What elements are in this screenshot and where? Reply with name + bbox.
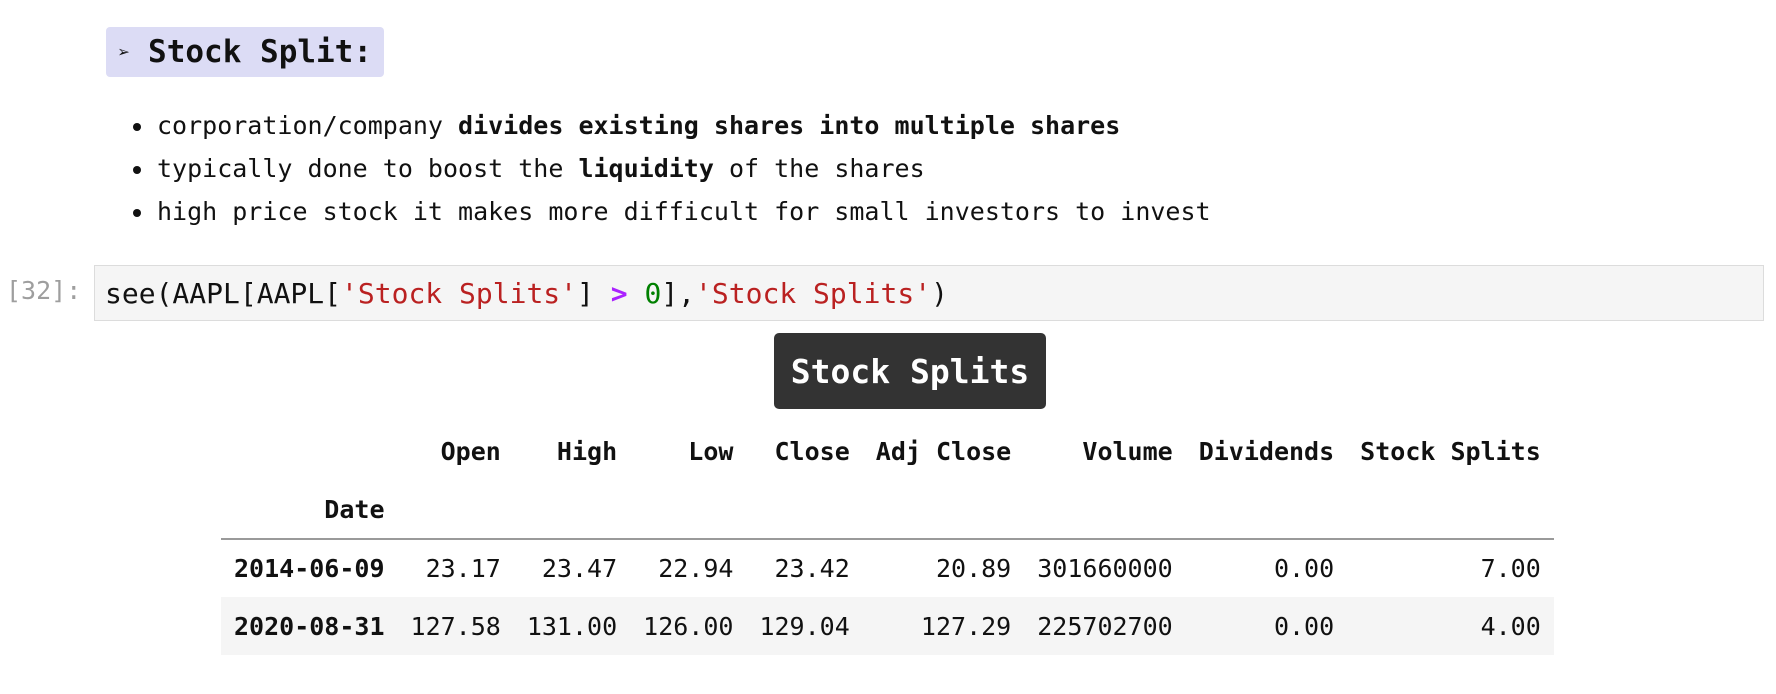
table-cell: 301660000 [1037,554,1173,583]
bullet-text: corporation/company [157,111,459,140]
bullet-text: of the shares [713,154,925,183]
column-header: Low [688,436,734,466]
column-header: Close [774,436,850,466]
code-number: 0 [644,276,662,310]
heading-text: Stock Split: [148,34,373,70]
column-header: Open [440,436,501,466]
column-header: High [556,436,618,466]
column-header: Adj Close [875,436,1012,466]
table-cell: 126.00 [643,611,734,641]
index-name-row: Date [221,480,1554,540]
table-cell: 7.00 [1480,554,1541,583]
table-cell: 225702700 [1037,611,1173,641]
table-cell: 129.04 [759,611,850,641]
code-token: ], [661,276,696,310]
corner-header [221,422,398,480]
code-token: see(AAPL[AAPL[ [105,276,342,310]
table-cell: 23.47 [541,554,618,583]
code-token: ) [931,276,948,310]
column-header: Volume [1082,436,1173,466]
table-cell: 131.00 [526,611,618,641]
bullet-text: high price stock it makes more difficult… [157,197,1211,226]
code-string: 'Stock Splits' [341,276,578,310]
execution-count-prompt: [32]: [6,276,82,305]
row-index: 2014-06-09 [234,554,385,583]
table-row: 2014-06-09 23.17 23.47 22.94 23.42 20.89… [221,539,1554,597]
bullet-item: typically done to boost the liquidity of… [133,147,1211,190]
bullet-bold-text: liquidity [578,154,714,183]
arrow-bullet-icon: ➢ [118,40,131,64]
code-operator: > [610,276,628,310]
bullet-bold-text: divides existing shares into multiple sh… [458,111,1121,140]
table-cell: 22.94 [658,554,734,583]
code-token: ] [577,276,611,310]
row-index: 2020-08-31 [234,611,385,641]
markdown-heading: ➢ Stock Split: [106,27,385,77]
dataframe-table: Open High Low Close Adj Close Volume Div… [221,422,1554,655]
bullet-dot-icon [133,208,141,217]
index-name: Date [221,480,398,540]
table-cell: 0.00 [1273,554,1335,583]
column-header-row: Open High Low Close Adj Close Volume Div… [221,422,1554,480]
bullet-list: corporation/company divides existing sha… [133,104,1211,233]
table-cell: 0.00 [1273,611,1335,641]
bullet-item: corporation/company divides existing sha… [133,104,1211,147]
table-cell: 4.00 [1480,611,1541,641]
table-cell: 127.58 [410,611,501,641]
table-cell: 23.42 [774,554,850,583]
table-row: 2020-08-31 127.58 131.00 126.00 129.04 1… [221,597,1554,655]
bullet-dot-icon [133,165,141,174]
output-title-badge: Stock Splits [774,333,1046,409]
bullet-dot-icon [133,122,141,131]
code-editor[interactable]: see(AAPL[AAPL['Stock Splits'] > 0], 'Stoc… [94,265,1764,321]
column-header: Stock Splits [1360,436,1541,466]
bullet-text: typically done to boost the [157,154,579,183]
column-header: Dividends [1198,436,1335,466]
code-string: 'Stock Splits' [695,276,932,310]
table-cell: 127.29 [920,611,1012,641]
table-cell: 23.17 [425,554,501,583]
table-cell: 20.89 [935,554,1012,583]
bullet-item: high price stock it makes more difficult… [133,190,1211,233]
